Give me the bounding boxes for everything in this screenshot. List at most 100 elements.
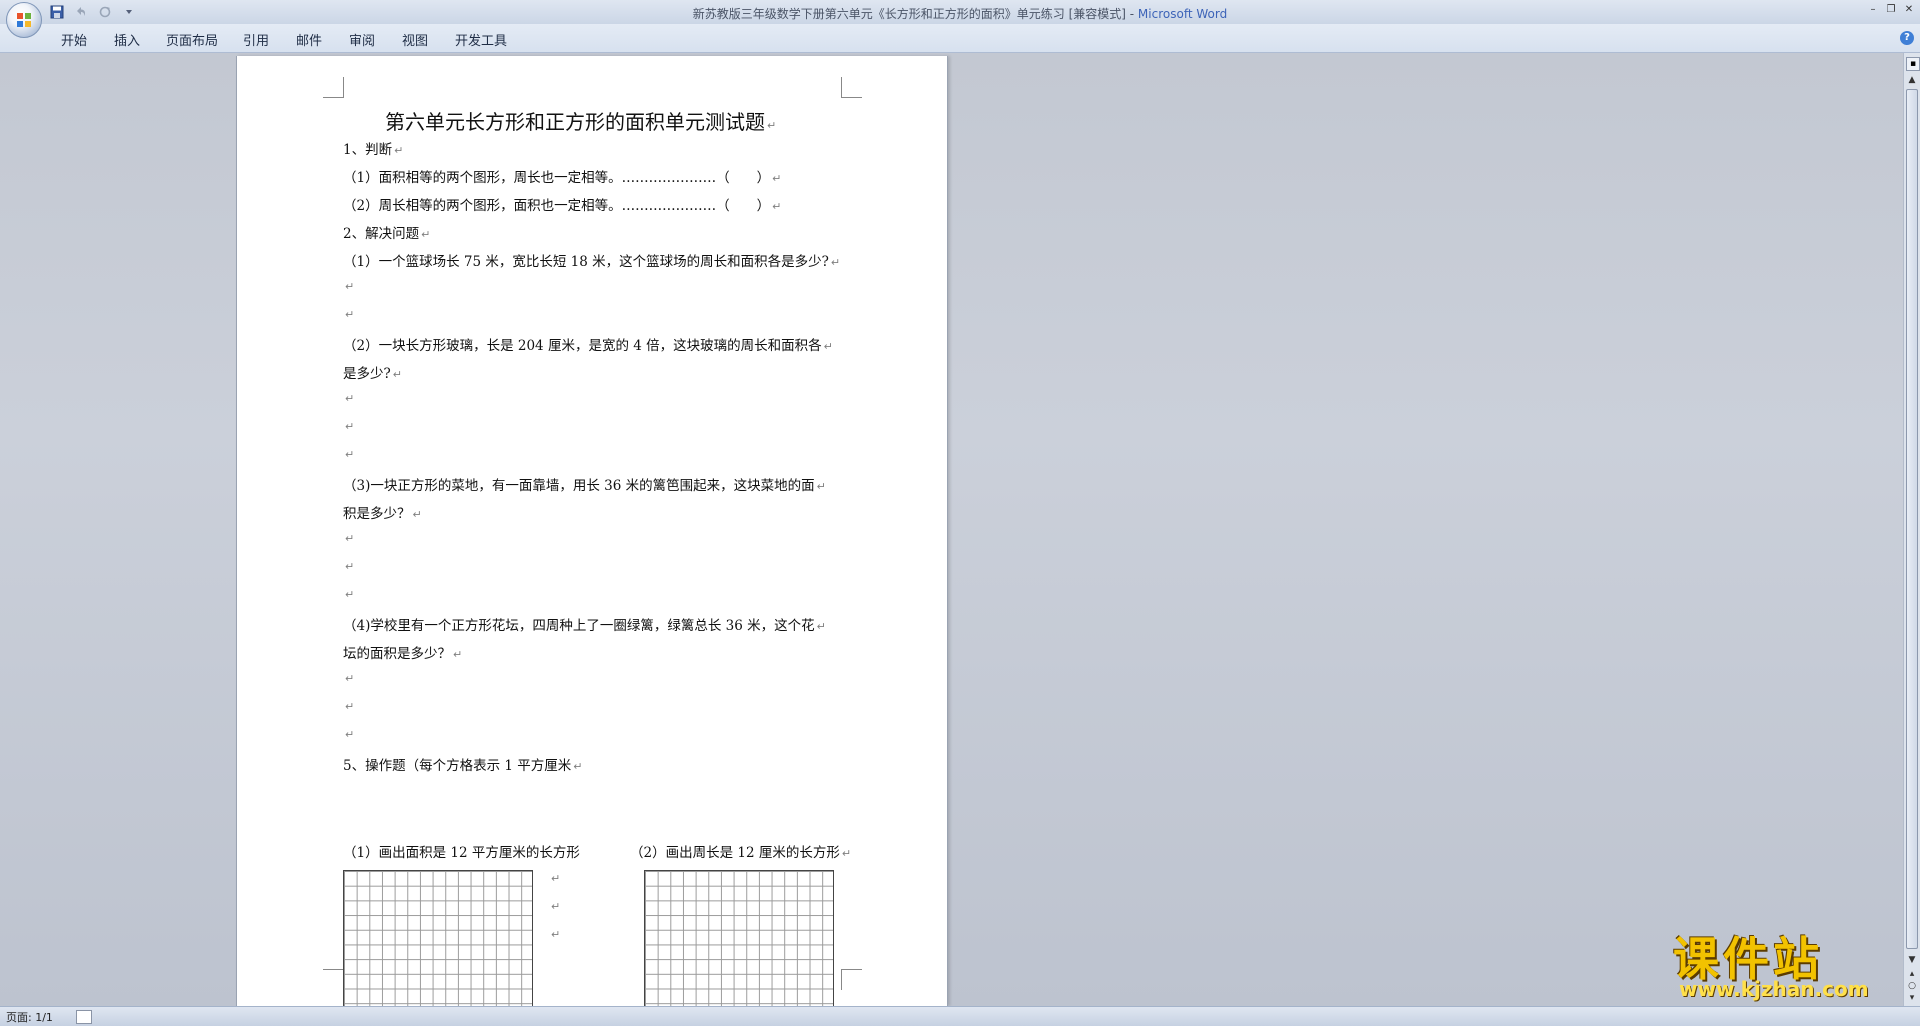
office-button[interactable] bbox=[6, 2, 42, 38]
document-line-text: （2）周长相等的两个图形，面积也一定相等。…………………（ ） bbox=[343, 198, 771, 214]
document-line-text: 1、判断 bbox=[343, 142, 393, 158]
tab-references[interactable]: 引用 bbox=[243, 30, 269, 49]
operation-right-text: （2）画出周长是 12 厘米的长方形 bbox=[630, 845, 840, 861]
document-line-text: 是多少? bbox=[343, 366, 391, 382]
grid-left bbox=[343, 870, 533, 1006]
window-title: 新苏教版三年级数学下册第六单元《长方形和正方形的面积》单元练习 [兼容模式] -… bbox=[0, 5, 1920, 22]
document-line-text: （4)学校里有一个正方形花坛，四周种上了一圈绿篱，绿篱总长 36 米，这个花 bbox=[343, 618, 815, 634]
status-bar: 页面: 1/1 bbox=[0, 1006, 1920, 1026]
paragraph-mark: ↵ bbox=[772, 172, 782, 185]
document-line-text: （3)一块正方形的菜地，有一面靠墙，用长 36 米的篱笆围起来，这块菜地的面 bbox=[343, 478, 815, 494]
document-line: （4)学校里有一个正方形花坛，四周种上了一圈绿篱，绿篱总长 36 米，这个花 ↵ bbox=[343, 614, 826, 634]
document-line: （1）一个篮球场长 75 米，宽比长短 18 米，这个篮球场的周长和面积各是多少… bbox=[343, 250, 840, 270]
paragraph-mark: ↵ bbox=[841, 847, 852, 860]
select-browse-object-icon[interactable]: ○ bbox=[1907, 981, 1917, 991]
document-line-text: 2、解决问题 bbox=[343, 226, 420, 242]
document-line: 是多少? ↵ bbox=[343, 362, 402, 382]
operation-left-text: （1）画出面积是 12 平方厘米的长方形 bbox=[343, 845, 580, 861]
paragraph-mark: ↵ bbox=[421, 228, 431, 241]
paragraph-mark: ↵ bbox=[345, 672, 355, 685]
document-line: 积是多少？ ↵ bbox=[343, 502, 422, 522]
document-page[interactable]: 第六单元长方形和正方形的面积单元测试题 ↵ 1、判断 ↵ （1）面积相等的两个图形，周… bbox=[236, 56, 948, 1006]
restore-icon[interactable]: ❐ bbox=[1884, 2, 1898, 16]
tab-review[interactable]: 审阅 bbox=[349, 30, 375, 49]
empty-paragraph: ↵ bbox=[343, 586, 354, 602]
office-logo-icon bbox=[17, 13, 31, 27]
title-bar: 新苏教版三年级数学下册第六单元《长方形和正方形的面积》单元练习 [兼容模式] -… bbox=[0, 0, 1920, 24]
document-line: 坛的面积是多少？ ↵ bbox=[343, 642, 462, 662]
empty-paragraph: ↵ bbox=[343, 278, 354, 294]
empty-paragraph: ↵ bbox=[343, 698, 354, 714]
tab-mailings[interactable]: 邮件 bbox=[296, 30, 322, 49]
paragraph-mark: ↵ bbox=[345, 560, 355, 573]
crop-mark-bottom-left bbox=[323, 969, 344, 990]
grid-right bbox=[644, 870, 834, 1006]
document-line: （2）周长相等的两个图形，面积也一定相等。…………………（ ） ↵ bbox=[343, 194, 781, 214]
paragraph-mark: ↵ bbox=[453, 648, 463, 661]
paragraph-mark-line: ↵ bbox=[549, 926, 560, 942]
paragraph-mark: ↵ bbox=[816, 620, 826, 633]
crop-mark-bottom-right bbox=[841, 969, 862, 990]
empty-paragraph: ↵ bbox=[343, 670, 354, 686]
document-line: （1）面积相等的两个图形，周长也一定相等。…………………（ ） ↵ bbox=[343, 166, 781, 186]
operation-left-label: （1）画出面积是 12 平方厘米的长方形 bbox=[343, 841, 580, 861]
app-name: Microsoft Word bbox=[1137, 7, 1228, 21]
document-line-text: 积是多少？ bbox=[343, 506, 411, 522]
paragraph-mark: ↵ bbox=[345, 308, 355, 321]
document-line: 5、操作题（每个方格表示 1 平方厘米 ↵ bbox=[343, 754, 582, 774]
document-workspace[interactable]: 第六单元长方形和正方形的面积单元测试题 ↵ 1、判断 ↵ （1）面积相等的两个图形，周… bbox=[0, 53, 1903, 1006]
crop-mark-top-left bbox=[323, 77, 344, 98]
previous-page-icon[interactable]: ▴ bbox=[1907, 969, 1917, 979]
paragraph-mark: ↵ bbox=[345, 700, 355, 713]
document-line-text: （2）一块长方形玻璃，长是 204 厘米，是宽的 4 倍，这块玻璃的周长和面积各 bbox=[343, 338, 822, 354]
tab-page-layout[interactable]: 页面布局 bbox=[166, 30, 218, 49]
crop-mark-top-right bbox=[841, 77, 862, 98]
scroll-up-icon[interactable]: ▲ bbox=[1907, 75, 1917, 85]
close-icon[interactable]: ✕ bbox=[1902, 2, 1916, 16]
paragraph-mark-line: ↵ bbox=[549, 870, 560, 886]
tab-developer[interactable]: 开发工具 bbox=[455, 30, 507, 49]
vertical-scrollbar[interactable]: ▪ ▲ ▼ ▴ ○ ▾ bbox=[1903, 53, 1920, 1006]
paragraph-mark: ↵ bbox=[551, 900, 561, 913]
paragraph-mark: ↵ bbox=[345, 448, 355, 461]
next-page-icon[interactable]: ▾ bbox=[1907, 993, 1917, 1003]
paragraph-mark: ↵ bbox=[551, 872, 561, 885]
window-controls: – ❐ ✕ bbox=[1866, 2, 1916, 16]
site-watermark: 课件站 www.kjzhan.com bbox=[1665, 923, 1895, 1003]
document-title-text: 第六单元长方形和正方形的面积单元测试题 bbox=[385, 110, 765, 134]
proofing-icon[interactable] bbox=[76, 1010, 92, 1024]
minimize-icon[interactable]: – bbox=[1866, 2, 1880, 16]
paragraph-mark: ↵ bbox=[767, 119, 777, 132]
empty-paragraph: ↵ bbox=[343, 446, 354, 462]
tab-view[interactable]: 视图 bbox=[402, 30, 428, 49]
document-line: 2、解决问题 ↵ bbox=[343, 222, 430, 242]
tab-insert[interactable]: 插入 bbox=[114, 30, 140, 49]
paragraph-mark-line: ↵ bbox=[549, 898, 560, 914]
paragraph-mark: ↵ bbox=[412, 508, 422, 521]
empty-paragraph: ↵ bbox=[343, 530, 354, 546]
scroll-thumb[interactable] bbox=[1906, 89, 1918, 949]
document-line-text: （1）一个篮球场长 75 米，宽比长短 18 米，这个篮球场的周长和面积各是多少… bbox=[343, 254, 829, 270]
paragraph-mark: ↵ bbox=[345, 532, 355, 545]
document-line: 1、判断 ↵ bbox=[343, 138, 403, 158]
document-line: （3)一块正方形的菜地，有一面靠墙，用长 36 米的篱笆围起来，这块菜地的面 ↵ bbox=[343, 474, 826, 494]
view-ruler-icon[interactable]: ▪ bbox=[1906, 57, 1920, 71]
document-line-text: 坛的面积是多少？ bbox=[343, 646, 451, 662]
scroll-down-icon[interactable]: ▼ bbox=[1907, 955, 1917, 965]
paragraph-mark: ↵ bbox=[345, 280, 355, 293]
document-name: 新苏教版三年级数学下册第六单元《长方形和正方形的面积》单元练习 [兼容模式] - bbox=[692, 7, 1138, 21]
empty-paragraph: ↵ bbox=[343, 558, 354, 574]
tab-home[interactable]: 开始 bbox=[61, 30, 87, 49]
paragraph-mark: ↵ bbox=[345, 420, 355, 433]
paragraph-mark: ↵ bbox=[551, 928, 561, 941]
paragraph-mark: ↵ bbox=[823, 340, 833, 353]
empty-paragraph: ↵ bbox=[343, 390, 354, 406]
help-icon[interactable]: ? bbox=[1900, 31, 1914, 45]
document-line-text: 5、操作题（每个方格表示 1 平方厘米 bbox=[343, 758, 572, 774]
paragraph-mark: ↵ bbox=[816, 480, 826, 493]
paragraph-mark: ↵ bbox=[345, 728, 355, 741]
paragraph-mark: ↵ bbox=[392, 368, 402, 381]
status-page-count[interactable]: 页面: 1/1 bbox=[6, 1009, 53, 1025]
empty-paragraph: ↵ bbox=[343, 306, 354, 322]
document-line-text: （1）面积相等的两个图形，周长也一定相等。…………………（ ） bbox=[343, 170, 771, 186]
